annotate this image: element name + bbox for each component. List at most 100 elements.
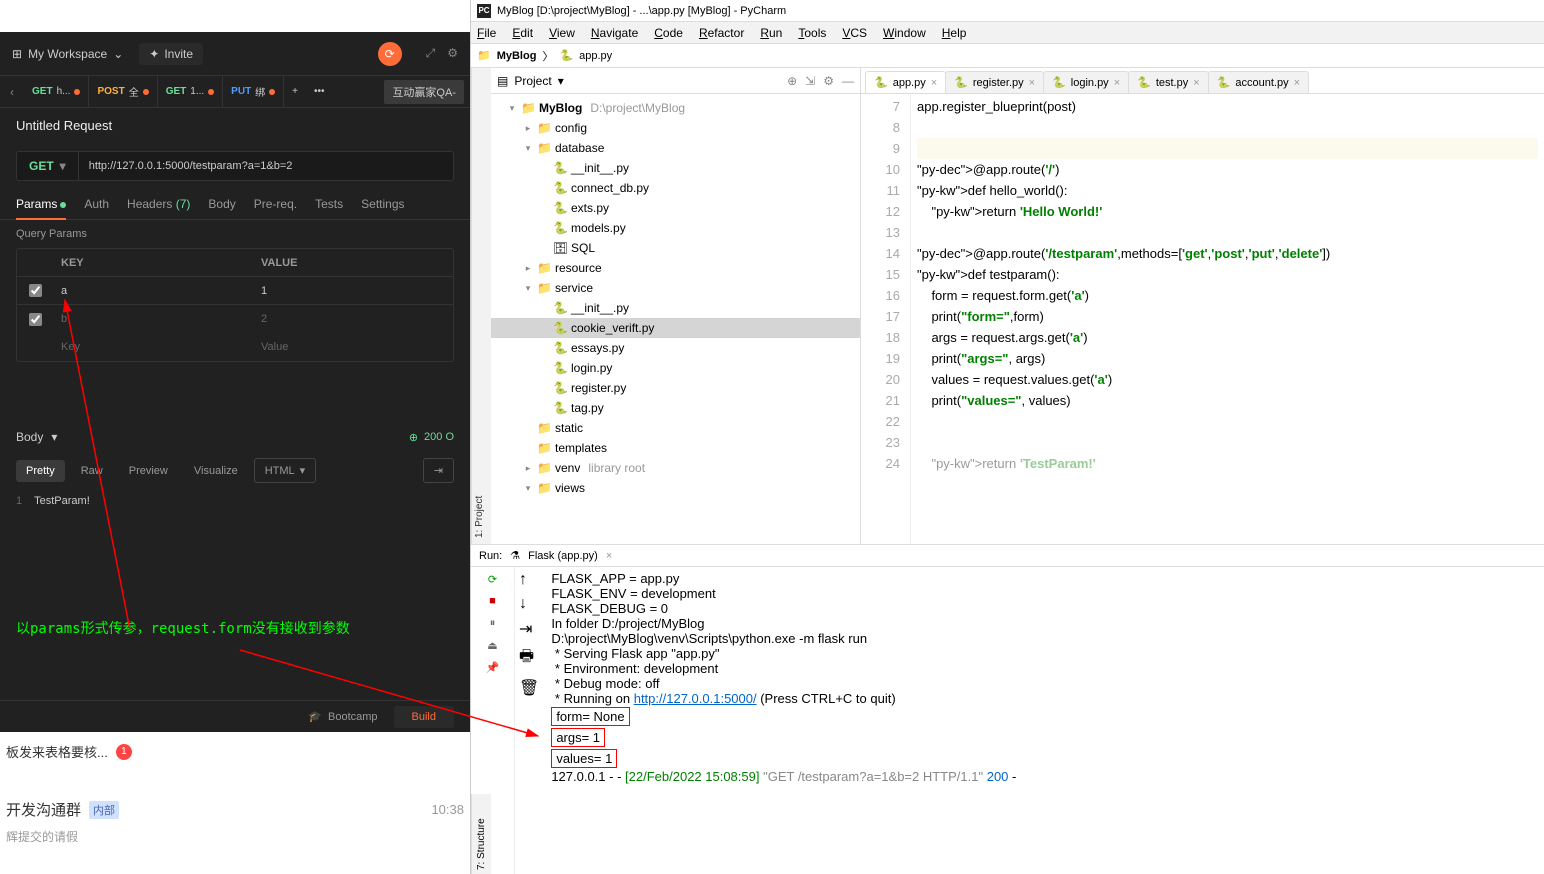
environment-selector[interactable]: 互动赢家QA- (384, 80, 464, 104)
url-link[interactable]: http://127.0.0.1:5000/ (634, 691, 757, 706)
workspace-selector[interactable]: ⊞ My Workspace ⌄ (12, 47, 123, 61)
code-line[interactable]: app.register_blueprint(post) (917, 96, 1538, 117)
tab-settings[interactable]: Settings (361, 197, 404, 211)
param-key[interactable]: b (53, 313, 253, 325)
target-icon[interactable]: ⊕ (787, 74, 797, 88)
crumb-project[interactable]: MyBlog (497, 50, 537, 62)
tree-node[interactable]: ▸📁config (491, 118, 860, 138)
close-icon[interactable]: × (1114, 77, 1120, 89)
editor-tab[interactable]: 🐍login.py× (1043, 71, 1129, 93)
close-icon[interactable]: × (606, 550, 612, 562)
editor-tab[interactable]: 🐍test.py× (1128, 71, 1209, 93)
close-icon[interactable]: × (1029, 77, 1035, 89)
param-checkbox[interactable] (29, 284, 42, 297)
request-tab[interactable]: GETh... (24, 76, 89, 108)
menu-help[interactable]: Help (942, 26, 967, 40)
table-row-new[interactable]: Key Value (17, 333, 453, 361)
tree-node[interactable]: 🐍__init__.py (491, 298, 860, 318)
editor-tab[interactable]: 🐍account.py× (1208, 71, 1309, 93)
tree-node[interactable]: 🐍__init__.py (491, 158, 860, 178)
menu-edit[interactable]: Edit (512, 26, 533, 40)
collapse-icon[interactable]: ⇲ (805, 74, 815, 88)
menu-window[interactable]: Window (883, 26, 926, 40)
expand-icon[interactable]: ▾ (523, 283, 533, 294)
url-input[interactable]: http://127.0.0.1:5000/testparam?a=1&b=2 (79, 160, 303, 172)
tree-node[interactable]: 🐍login.py (491, 358, 860, 378)
code-line[interactable]: form = request.form.get('a') (917, 285, 1538, 306)
code-line[interactable]: "py-dec">@app.route('/testparam',methods… (917, 243, 1538, 264)
code-line[interactable] (917, 138, 1538, 159)
code-line[interactable]: "py-kw">def hello_world(): (917, 180, 1538, 201)
body-dropdown[interactable]: Body ▾ (16, 430, 57, 444)
code-area[interactable]: 789101112131415161718192021222324 app.re… (861, 94, 1544, 544)
rerun-button[interactable]: ⟳ (485, 571, 501, 587)
param-key[interactable]: a (53, 285, 253, 297)
expand-icon[interactable]: ▸ (523, 263, 533, 274)
exit-button[interactable]: ⏏ (485, 637, 501, 653)
tab-prev[interactable]: ‹ (0, 85, 24, 99)
tab-more-button[interactable]: ••• (306, 76, 333, 108)
invite-button[interactable]: ✦ Invite (139, 43, 203, 65)
settings-icon[interactable]: ⚙ (823, 74, 834, 88)
editor-tab[interactable]: 🐍register.py× (945, 71, 1044, 93)
up-icon[interactable]: ↑ (519, 571, 539, 589)
trash-icon[interactable]: 🗑 (519, 678, 539, 698)
tree-node[interactable]: 🗄SQL (491, 238, 860, 258)
tree-node[interactable]: 🐍models.py (491, 218, 860, 238)
code-line[interactable]: "py-kw">return 'TestParam!' (917, 453, 1538, 474)
code-line[interactable] (917, 432, 1538, 453)
project-label[interactable]: Project (514, 74, 551, 88)
down-icon[interactable]: ↓ (519, 595, 539, 613)
tree-node[interactable]: ▸📁resource (491, 258, 860, 278)
request-name[interactable]: Untitled Request (0, 108, 470, 143)
key-input[interactable]: Key (53, 341, 253, 353)
expand-icon[interactable]: ▾ (523, 483, 533, 494)
code-lines[interactable]: app.register_blueprint(post) "py-dec">@ap… (911, 94, 1544, 544)
tree-node[interactable]: 📁static (491, 418, 860, 438)
hide-icon[interactable]: — (842, 74, 854, 88)
request-tab[interactable]: PUT绑 (223, 76, 284, 108)
print-icon[interactable]: 🖶 (519, 645, 539, 672)
run-config[interactable]: Flask (app.py) (528, 550, 598, 562)
new-tab-button[interactable]: + (284, 76, 306, 108)
console-output[interactable]: FLASK_APP = app.pyFLASK_ENV = developmen… (543, 567, 1544, 874)
tree-node[interactable]: 🐍exts.py (491, 198, 860, 218)
code-line[interactable]: print("args=", args) (917, 348, 1538, 369)
code-line[interactable]: "py-kw">return 'Hello World!' (917, 201, 1538, 222)
menu-view[interactable]: View (549, 26, 575, 40)
close-icon[interactable]: × (1193, 77, 1199, 89)
param-checkbox[interactable] (29, 313, 42, 326)
param-value[interactable]: 2 (253, 313, 453, 325)
request-tab[interactable]: GET1... (158, 76, 223, 108)
param-value[interactable]: 1 (253, 285, 453, 297)
code-line[interactable]: print("values=", values) (917, 390, 1538, 411)
request-tab[interactable]: POST全 (89, 76, 157, 108)
code-line[interactable]: print("form=",form) (917, 306, 1538, 327)
expand-icon[interactable]: ▾ (523, 143, 533, 154)
chat-row[interactable]: 开发沟通群 内部 10:38 (6, 795, 464, 824)
resp-visualize[interactable]: Visualize (184, 460, 248, 482)
resp-raw[interactable]: Raw (71, 460, 113, 482)
crumb-file[interactable]: app.py (579, 50, 612, 62)
tree-node[interactable]: 📁templates (491, 438, 860, 458)
tree-node[interactable]: ▾📁service (491, 278, 860, 298)
expand-icon[interactable]: ▸ (523, 463, 533, 474)
tab-params[interactable]: Params (16, 197, 66, 211)
close-icon[interactable]: × (931, 77, 937, 89)
code-line[interactable] (917, 117, 1538, 138)
code-line[interactable]: args = request.args.get('a') (917, 327, 1538, 348)
tab-body[interactable]: Body (208, 197, 235, 211)
menu-refactor[interactable]: Refactor (699, 26, 744, 40)
expand-icon[interactable]: ▾ (507, 103, 517, 114)
sync-button[interactable]: ⟳ (378, 42, 402, 66)
build-button[interactable]: Build (394, 706, 454, 728)
tree-node[interactable]: ▾📁views (491, 478, 860, 498)
menu-tools[interactable]: Tools (798, 26, 826, 40)
tab-tests[interactable]: Tests (315, 197, 343, 211)
wrap-button[interactable]: ⇥ (423, 458, 454, 483)
tree-node[interactable]: 🐍connect_db.py (491, 178, 860, 198)
bootcamp-button[interactable]: 🎓 Bootcamp (308, 710, 377, 723)
tree-node[interactable]: 🐍register.py (491, 378, 860, 398)
tree-node[interactable]: ▸📁venvlibrary root (491, 458, 860, 478)
tree-node[interactable]: 🐍tag.py (491, 398, 860, 418)
